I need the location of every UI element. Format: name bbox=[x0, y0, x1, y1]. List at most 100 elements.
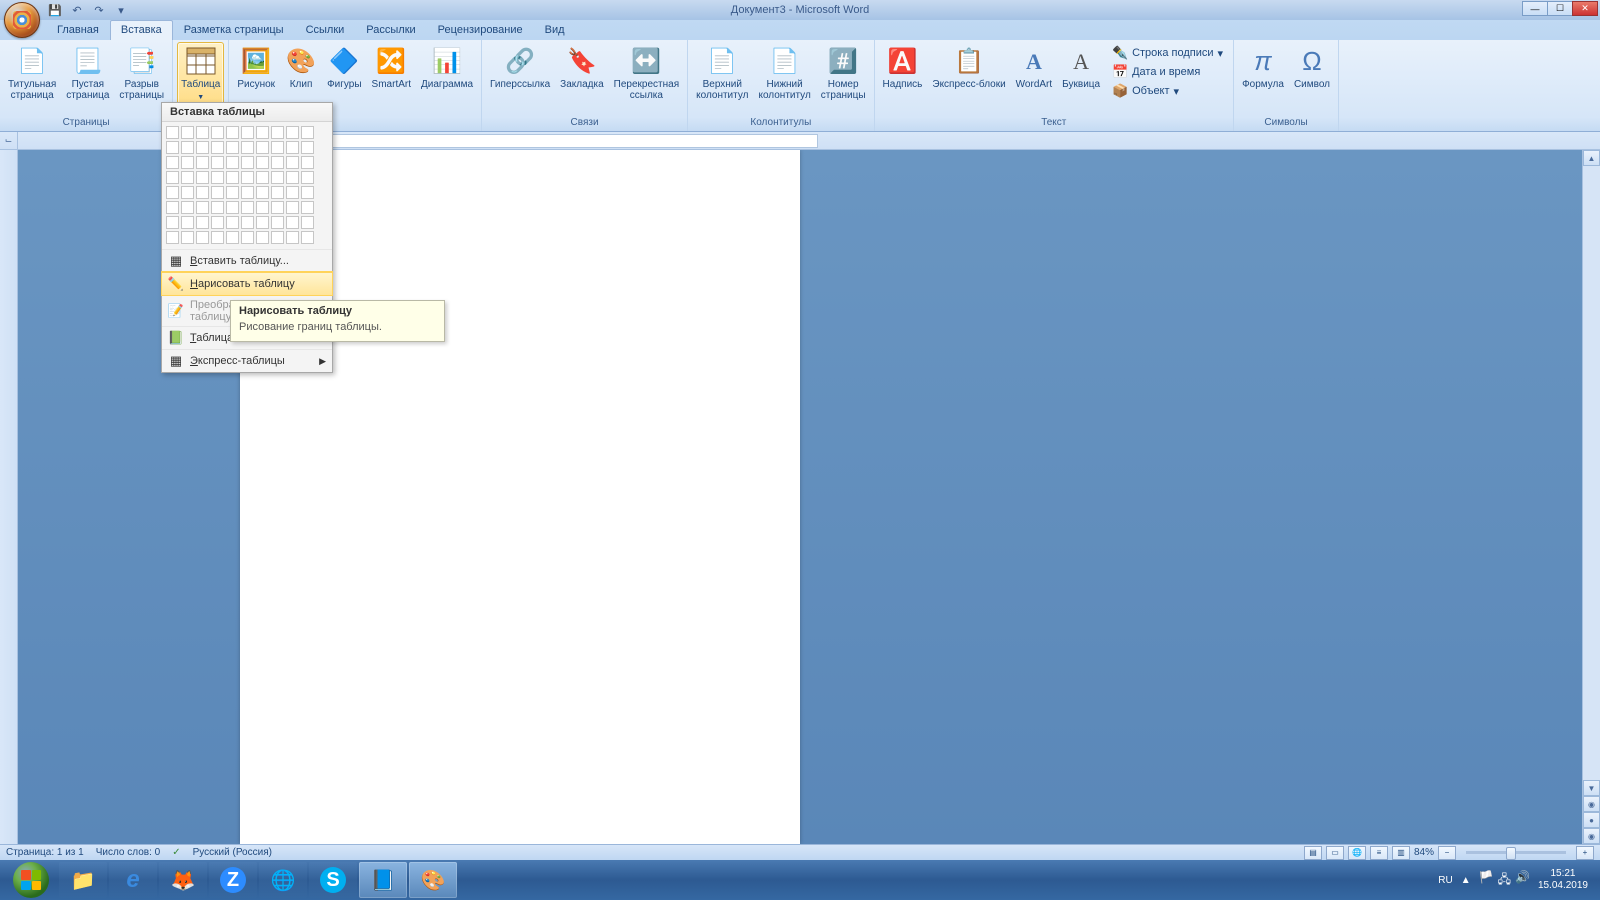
prev-page-button[interactable]: ◉ bbox=[1583, 796, 1600, 812]
taskbar-word[interactable]: 📘 bbox=[359, 862, 407, 898]
zoom-in-button[interactable]: + bbox=[1576, 846, 1594, 860]
taskbar-zoom[interactable]: Z bbox=[209, 862, 257, 898]
grid-cell[interactable] bbox=[196, 231, 209, 244]
grid-cell[interactable] bbox=[241, 201, 254, 214]
grid-cell[interactable] bbox=[226, 141, 239, 154]
grid-cell[interactable] bbox=[211, 231, 224, 244]
tray-show-hidden-icon[interactable]: ▲ bbox=[1461, 875, 1471, 886]
grid-cell[interactable] bbox=[286, 141, 299, 154]
grid-cell[interactable] bbox=[271, 186, 284, 199]
grid-cell[interactable] bbox=[211, 126, 224, 139]
grid-cell[interactable] bbox=[181, 156, 194, 169]
grid-cell[interactable] bbox=[241, 141, 254, 154]
grid-cell[interactable] bbox=[226, 126, 239, 139]
symbol-button[interactable]: Ω Символ bbox=[1290, 42, 1334, 93]
grid-cell[interactable] bbox=[166, 201, 179, 214]
view-outline[interactable]: ≡ bbox=[1370, 846, 1388, 860]
datetime-button[interactable]: 📅Дата и время bbox=[1110, 63, 1225, 81]
grid-cell[interactable] bbox=[211, 186, 224, 199]
grid-cell[interactable] bbox=[166, 171, 179, 184]
grid-cell[interactable] bbox=[241, 231, 254, 244]
shapes-button[interactable]: 🔷 Фигуры bbox=[323, 42, 365, 93]
close-button[interactable]: ✕ bbox=[1572, 1, 1598, 16]
grid-cell[interactable] bbox=[211, 201, 224, 214]
view-fullscreen[interactable]: ▭ bbox=[1326, 846, 1344, 860]
tab-review[interactable]: Рецензирование bbox=[427, 20, 534, 40]
qat-undo-icon[interactable]: ↶ bbox=[68, 2, 86, 18]
grid-cell[interactable] bbox=[256, 216, 269, 229]
scroll-track[interactable] bbox=[1583, 166, 1600, 780]
office-button[interactable] bbox=[4, 2, 40, 38]
hyperlink-button[interactable]: 🔗 Гиперссылка bbox=[486, 42, 554, 93]
insert-table-item[interactable]: ▦ ВВставить таблицу...ставить таблицу... bbox=[162, 249, 332, 272]
grid-cell[interactable] bbox=[301, 156, 314, 169]
scroll-up-button[interactable]: ▲ bbox=[1583, 150, 1600, 166]
quick-tables-item[interactable]: ▦ Экспресс-таблицыЭкспресс-таблицы ▶ bbox=[162, 349, 332, 372]
tab-insert[interactable]: Вставка bbox=[110, 20, 173, 40]
grid-cell[interactable] bbox=[256, 201, 269, 214]
grid-cell[interactable] bbox=[196, 141, 209, 154]
quickparts-button[interactable]: 📋 Экспресс-блоки bbox=[928, 42, 1009, 93]
smartart-button[interactable]: 🔀 SmartArt bbox=[368, 42, 415, 93]
taskbar-firefox[interactable]: 🦊 bbox=[159, 862, 207, 898]
footer-button[interactable]: 📄 Нижний колонтитул bbox=[754, 42, 814, 104]
grid-cell[interactable] bbox=[241, 216, 254, 229]
crossref-button[interactable]: ↔️ Перекрестная ссылка bbox=[610, 42, 683, 104]
grid-cell[interactable] bbox=[226, 216, 239, 229]
grid-cell[interactable] bbox=[256, 141, 269, 154]
grid-cell[interactable] bbox=[181, 186, 194, 199]
grid-cell[interactable] bbox=[286, 126, 299, 139]
grid-cell[interactable] bbox=[301, 231, 314, 244]
qat-redo-icon[interactable]: ↷ bbox=[90, 2, 108, 18]
grid-cell[interactable] bbox=[286, 231, 299, 244]
grid-cell[interactable] bbox=[226, 156, 239, 169]
taskbar-paint[interactable]: 🎨 bbox=[409, 862, 457, 898]
grid-cell[interactable] bbox=[271, 171, 284, 184]
grid-cell[interactable] bbox=[241, 126, 254, 139]
grid-cell[interactable] bbox=[271, 231, 284, 244]
grid-cell[interactable] bbox=[301, 216, 314, 229]
start-button[interactable] bbox=[4, 861, 58, 899]
draw-table-item[interactable]: ✏️ ННарисовать таблицуарисовать таблицу bbox=[162, 272, 332, 295]
grid-cell[interactable] bbox=[241, 156, 254, 169]
blank-page-button[interactable]: 📃 Пустая страница bbox=[62, 42, 113, 104]
table-button[interactable]: Таблица ▼ bbox=[177, 42, 224, 106]
taskbar-skype[interactable]: S bbox=[309, 862, 357, 898]
grid-cell[interactable] bbox=[166, 141, 179, 154]
tab-view[interactable]: Вид bbox=[534, 20, 576, 40]
grid-cell[interactable] bbox=[226, 231, 239, 244]
grid-cell[interactable] bbox=[271, 201, 284, 214]
equation-button[interactable]: π Формула bbox=[1238, 42, 1288, 93]
grid-cell[interactable] bbox=[166, 156, 179, 169]
tray-clock[interactable]: 15:21 15.04.2019 bbox=[1538, 868, 1588, 892]
grid-cell[interactable] bbox=[166, 186, 179, 199]
dropcap-button[interactable]: A Буквица bbox=[1058, 42, 1104, 93]
grid-cell[interactable] bbox=[271, 156, 284, 169]
status-lang[interactable]: Русский (Россия) bbox=[193, 847, 272, 858]
scroll-down-button[interactable]: ▼ bbox=[1583, 780, 1600, 796]
grid-cell[interactable] bbox=[226, 201, 239, 214]
grid-cell[interactable] bbox=[211, 171, 224, 184]
grid-cell[interactable] bbox=[256, 156, 269, 169]
grid-cell[interactable] bbox=[286, 201, 299, 214]
tray-flag-icon[interactable]: 🏳️ bbox=[1479, 870, 1494, 891]
grid-cell[interactable] bbox=[241, 171, 254, 184]
tray-volume-icon[interactable]: 🔊 bbox=[1515, 870, 1530, 891]
grid-cell[interactable] bbox=[286, 216, 299, 229]
status-proof-icon[interactable]: ✓ bbox=[172, 847, 180, 858]
grid-cell[interactable] bbox=[196, 201, 209, 214]
status-page[interactable]: Страница: 1 из 1 bbox=[6, 847, 84, 858]
grid-cell[interactable] bbox=[286, 186, 299, 199]
status-words[interactable]: Число слов: 0 bbox=[96, 847, 160, 858]
tab-refs[interactable]: Ссылки bbox=[295, 20, 356, 40]
grid-cell[interactable] bbox=[181, 171, 194, 184]
zoom-out-button[interactable]: − bbox=[1438, 846, 1456, 860]
grid-cell[interactable] bbox=[211, 156, 224, 169]
grid-cell[interactable] bbox=[271, 141, 284, 154]
maximize-button[interactable]: ☐ bbox=[1547, 1, 1573, 16]
view-web[interactable]: 🌐 bbox=[1348, 846, 1366, 860]
qat-customize-icon[interactable]: ▾ bbox=[112, 2, 130, 18]
grid-cell[interactable] bbox=[256, 231, 269, 244]
bookmark-button[interactable]: 🔖 Закладка bbox=[556, 42, 607, 93]
tab-home[interactable]: Главная bbox=[46, 20, 110, 40]
